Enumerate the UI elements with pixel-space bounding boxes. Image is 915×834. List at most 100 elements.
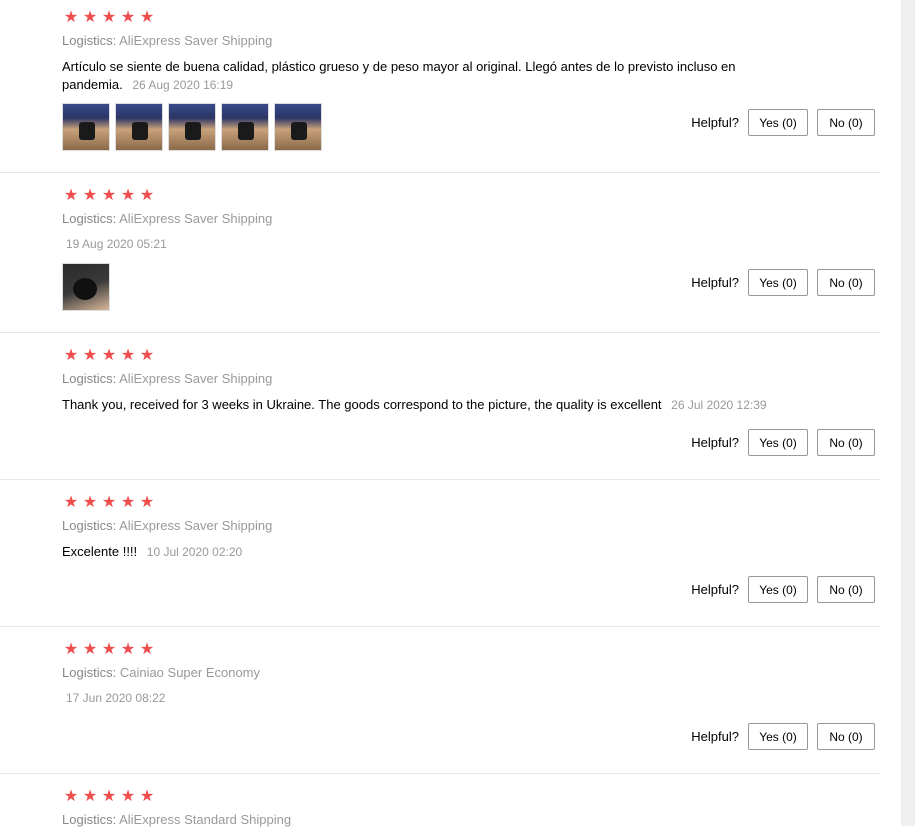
helpful-no-button[interactable]: No (0): [817, 429, 875, 456]
helpful-no-button[interactable]: No (0): [817, 576, 875, 603]
logistics-label: Logistics:: [62, 518, 117, 533]
star-icon: ★: [82, 9, 98, 26]
helpful-vote: Helpful? Yes (0) No (0): [691, 723, 875, 750]
review-date: 19 Aug 2020 05:21: [66, 237, 167, 251]
logistics-value: AliExpress Standard Shipping: [119, 812, 292, 827]
helpful-vote: Helpful? Yes (0) No (0): [691, 269, 875, 296]
star-icon: ★: [63, 494, 79, 511]
logistics-value: AliExpress Saver Shipping: [119, 33, 273, 48]
review-photo[interactable]: [274, 103, 322, 151]
star-icon: ★: [63, 9, 79, 26]
logistics-info: Logistics: AliExpress Saver Shipping: [62, 518, 272, 533]
star-rating: ★ ★ ★ ★ ★: [62, 789, 156, 805]
star-icon: ★: [139, 9, 155, 26]
helpful-yes-button[interactable]: Yes (0): [748, 723, 808, 750]
review-photo[interactable]: [62, 263, 110, 311]
star-icon: ★: [82, 494, 98, 511]
page-scrollbar[interactable]: [901, 0, 915, 826]
photo-thumbnails: [62, 103, 322, 151]
review-photo[interactable]: [115, 103, 163, 151]
review-body: Thank you, received for 3 weeks in Ukrai…: [62, 397, 662, 412]
logistics-label: Logistics:: [62, 812, 117, 827]
logistics-label: Logistics:: [62, 33, 117, 48]
review-item: ★ ★ ★ ★ ★ Logistics: AliExpress Saver Sh…: [0, 173, 880, 333]
helpful-yes-button[interactable]: Yes (0): [748, 429, 808, 456]
helpful-yes-button[interactable]: Yes (0): [748, 269, 808, 296]
star-icon: ★: [120, 788, 136, 805]
helpful-label: Helpful?: [691, 582, 739, 597]
review-item: ★ ★ ★ ★ ★ Logistics: AliExpress Saver Sh…: [0, 333, 880, 480]
helpful-vote: Helpful? Yes (0) No (0): [691, 109, 875, 136]
review-date: 26 Aug 2020 16:19: [132, 78, 234, 92]
star-rating: ★ ★ ★ ★ ★: [62, 642, 156, 658]
review-date: 26 Jul 2020 12:39: [671, 398, 767, 412]
star-icon: ★: [139, 494, 155, 511]
logistics-info: Logistics: AliExpress Saver Shipping: [62, 211, 272, 226]
helpful-label: Helpful?: [691, 729, 739, 744]
star-icon: ★: [120, 187, 136, 204]
star-icon: ★: [82, 641, 98, 658]
helpful-yes-button[interactable]: Yes (0): [748, 109, 808, 136]
review-date: 10 Jul 2020 02:20: [146, 545, 243, 559]
logistics-info: Logistics: AliExpress Saver Shipping: [62, 371, 272, 386]
star-icon: ★: [139, 347, 155, 364]
review-item: ★ ★ ★ ★ ★ Logistics: AliExpress Saver Sh…: [0, 0, 880, 173]
review-text: Thank you, received for 3 weeks in Ukrai…: [62, 396, 842, 414]
review-date: 17 Jun 2020 08:22: [66, 691, 166, 705]
star-icon: ★: [101, 641, 117, 658]
helpful-label: Helpful?: [691, 435, 739, 450]
helpful-yes-button[interactable]: Yes (0): [748, 576, 808, 603]
helpful-no-button[interactable]: No (0): [817, 109, 875, 136]
star-icon: ★: [139, 187, 155, 204]
star-icon: ★: [63, 187, 79, 204]
star-icon: ★: [82, 187, 98, 204]
logistics-label: Logistics:: [62, 371, 117, 386]
star-rating: ★ ★ ★ ★ ★: [62, 495, 156, 511]
star-icon: ★: [101, 9, 117, 26]
review-list: ★ ★ ★ ★ ★ Logistics: AliExpress Saver Sh…: [0, 0, 880, 834]
helpful-no-button[interactable]: No (0): [817, 723, 875, 750]
logistics-value: AliExpress Saver Shipping: [119, 211, 273, 226]
review-item: ★ ★ ★ ★ ★ Logistics: AliExpress Standard…: [0, 774, 880, 834]
star-icon: ★: [63, 641, 79, 658]
review-body: Excelente !!!!: [62, 544, 138, 559]
logistics-info: Logistics: AliExpress Standard Shipping: [62, 812, 291, 827]
review-photo[interactable]: [221, 103, 269, 151]
helpful-label: Helpful?: [691, 115, 739, 130]
star-icon: ★: [82, 347, 98, 364]
star-icon: ★: [63, 347, 79, 364]
review-photo[interactable]: [168, 103, 216, 151]
star-icon: ★: [139, 788, 155, 805]
star-rating: ★ ★ ★ ★ ★: [62, 10, 156, 26]
logistics-label: Logistics:: [62, 211, 117, 226]
logistics-value: AliExpress Saver Shipping: [119, 371, 273, 386]
review-item: ★ ★ ★ ★ ★ Logistics: AliExpress Saver Sh…: [0, 480, 880, 627]
logistics-info: Logistics: Cainiao Super Economy: [62, 665, 260, 680]
star-icon: ★: [120, 347, 136, 364]
helpful-vote: Helpful? Yes (0) No (0): [691, 576, 875, 603]
star-icon: ★: [101, 187, 117, 204]
star-icon: ★: [139, 641, 155, 658]
star-icon: ★: [120, 494, 136, 511]
star-icon: ★: [101, 494, 117, 511]
star-icon: ★: [63, 788, 79, 805]
star-icon: ★: [120, 641, 136, 658]
logistics-info: Logistics: AliExpress Saver Shipping: [62, 33, 272, 48]
star-rating: ★ ★ ★ ★ ★: [62, 348, 156, 364]
star-rating: ★ ★ ★ ★ ★: [62, 188, 156, 204]
star-icon: ★: [82, 788, 98, 805]
star-icon: ★: [101, 788, 117, 805]
review-text: Artículo se siente de buena calidad, plá…: [62, 58, 762, 94]
review-item: ★ ★ ★ ★ ★ Logistics: Cainiao Super Econo…: [0, 627, 880, 774]
logistics-value: Cainiao Super Economy: [119, 665, 261, 680]
review-photo[interactable]: [62, 103, 110, 151]
star-icon: ★: [101, 347, 117, 364]
logistics-label: Logistics:: [62, 665, 117, 680]
review-text: Excelente !!!! 10 Jul 2020 02:20: [62, 543, 762, 561]
helpful-label: Helpful?: [691, 275, 739, 290]
helpful-vote: Helpful? Yes (0) No (0): [691, 429, 875, 456]
logistics-value: AliExpress Saver Shipping: [119, 518, 273, 533]
star-icon: ★: [120, 9, 136, 26]
helpful-no-button[interactable]: No (0): [817, 269, 875, 296]
photo-thumbnails: [62, 263, 110, 311]
